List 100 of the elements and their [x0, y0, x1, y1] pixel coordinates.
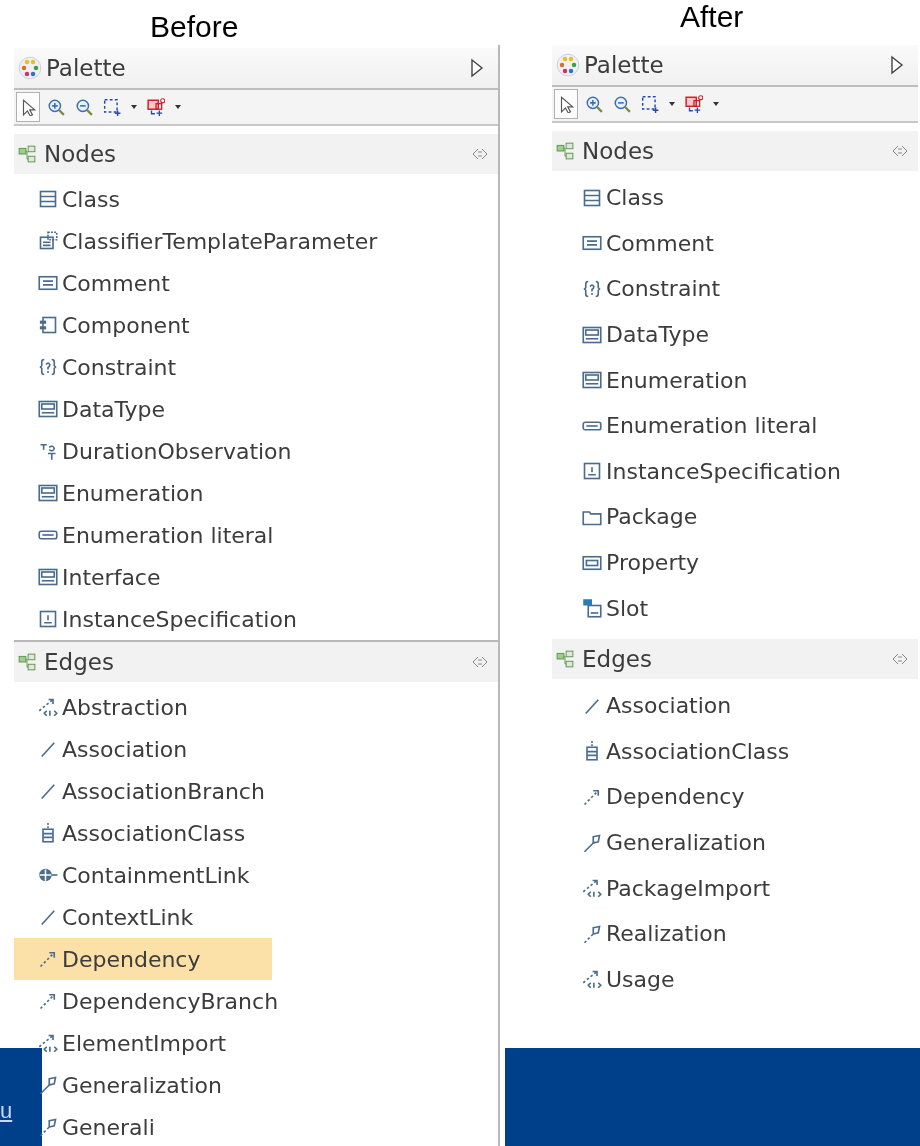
palette-icon	[556, 53, 580, 77]
drawer-header[interactable]: Nodes	[14, 134, 498, 174]
palette-title: Palette	[584, 52, 665, 78]
tool-button[interactable]	[16, 92, 40, 122]
dashed-selection-icon	[103, 98, 121, 116]
drawer-header[interactable]: Edges	[552, 638, 918, 679]
double-chevron-icon[interactable]	[892, 652, 908, 665]
stereotype-box-icon	[582, 370, 602, 391]
drawer-title: Edges	[44, 649, 115, 675]
tool-button[interactable]	[554, 89, 578, 119]
palette-item[interactable]: Enumeration literal	[552, 402, 826, 449]
braces-icon	[582, 279, 602, 299]
palette-item[interactable]: Enumeration	[14, 472, 212, 514]
palette-item[interactable]: InstanceSpecification	[552, 448, 849, 495]
drawer-header[interactable]: Nodes	[552, 131, 918, 171]
dashed-arrow-icon	[582, 923, 602, 944]
drawer-icon	[556, 649, 574, 668]
template-parameter-icon	[38, 231, 58, 251]
palette-item[interactable]: ContainmentLink	[14, 854, 258, 896]
zoom-out-icon	[613, 95, 631, 113]
palette-item[interactable]: Enumeration literal	[14, 514, 282, 556]
palette-item[interactable]: Slot	[552, 585, 657, 631]
palette-item[interactable]: Realization	[552, 910, 735, 957]
palette-item[interactable]: AssociationClass	[14, 812, 254, 854]
caret-icon	[130, 103, 138, 111]
braces-icon	[38, 357, 58, 377]
caret-icon	[668, 100, 676, 108]
palette-item[interactable]: Constraint	[552, 266, 729, 312]
dashed-arrow-icon	[38, 949, 58, 969]
palette-item[interactable]: AssociationBranch	[14, 770, 273, 812]
palette-item[interactable]: Association	[552, 682, 740, 729]
dashed-arrow-icon	[38, 1033, 58, 1053]
stereotype-box-icon	[582, 324, 602, 345]
zoom-in-icon	[47, 98, 65, 116]
drawer-icon	[18, 653, 36, 671]
double-chevron-icon[interactable]	[472, 148, 488, 160]
palette-item[interactable]: Constraint	[14, 346, 185, 388]
palette-item[interactable]: Dependency	[14, 938, 273, 980]
caret-icon	[174, 103, 182, 111]
heading: Before	[149, 10, 240, 44]
double-chevron-icon[interactable]	[892, 145, 908, 157]
note-icon	[38, 273, 58, 293]
arrow-icon	[582, 832, 602, 853]
palette-item[interactable]: Property	[552, 539, 708, 586]
dashed-arrow-icon	[38, 991, 58, 1011]
dashed-arrow-icon	[38, 1117, 58, 1137]
palette-item[interactable]: Interface	[14, 556, 169, 598]
palette-item[interactable]: ContextLink	[14, 896, 202, 938]
drawer-icon	[18, 145, 36, 163]
stereotype-box-icon	[38, 483, 58, 503]
palette-item[interactable]: Comment	[14, 262, 178, 304]
palette-item[interactable]: Usage	[552, 956, 683, 1003]
palette-item[interactable]: Class	[552, 175, 672, 221]
palette-item[interactable]: DurationObservation	[14, 430, 300, 472]
instance-box-icon	[38, 609, 58, 629]
palette-item[interactable]: Package	[552, 494, 706, 540]
stereotype-box-icon	[38, 567, 58, 587]
component-icon	[38, 315, 58, 335]
palette-item[interactable]: DependencyBranch	[14, 980, 287, 1022]
stereotype-box-icon	[38, 399, 58, 419]
instance-box-icon	[582, 461, 602, 482]
collapse-triangle-icon[interactable]	[890, 55, 904, 75]
palette-item[interactable]: Comment	[552, 220, 722, 267]
double-chevron-icon[interactable]	[472, 656, 488, 668]
heading: After	[679, 0, 745, 34]
palette-item[interactable]: DataType	[14, 388, 174, 430]
arrow-icon	[38, 1075, 58, 1095]
palette-item[interactable]: Generalization	[552, 819, 774, 866]
duration-glyph-icon	[38, 441, 58, 461]
palette-item[interactable]: Enumeration	[552, 357, 756, 403]
drawer-header[interactable]: Edges	[14, 642, 498, 682]
slot-icon	[582, 598, 602, 619]
drawer-title: Nodes	[44, 141, 117, 167]
drawer-title: Nodes	[582, 138, 655, 164]
palette-item[interactable]: Abstraction	[14, 686, 196, 728]
dashed-selection-icon	[641, 95, 659, 113]
palette-item[interactable]: AssociationClass	[552, 728, 798, 775]
palette-item[interactable]: ClassifierTemplateParameter	[14, 220, 386, 262]
palette-item[interactable]: Class	[14, 178, 128, 220]
connection-tool-icon	[147, 98, 165, 116]
zoom-in-icon	[585, 95, 603, 113]
drawer-title: Edges	[582, 645, 653, 672]
link[interactable]: u	[0, 1098, 13, 1124]
palette-title: Palette	[46, 55, 127, 81]
dashed-arrow-icon	[38, 697, 58, 717]
palette-icon	[18, 56, 42, 80]
caret-icon	[712, 100, 720, 108]
zoom-out-icon	[75, 98, 93, 116]
palette-item[interactable]: Generalization	[14, 1064, 230, 1106]
palette-item[interactable]: Association	[14, 728, 196, 770]
collapse-triangle-icon[interactable]	[470, 58, 484, 78]
palette-item[interactable]: Component	[14, 304, 198, 346]
palette-item[interactable]: InstanceSpecification	[14, 598, 305, 640]
palette-item[interactable]: DataType	[552, 311, 718, 358]
palette-item[interactable]: Dependency	[552, 774, 753, 820]
palette-item[interactable]: PackageImport	[552, 865, 779, 911]
drawer-icon	[556, 142, 574, 160]
class-box-icon	[38, 189, 58, 209]
palette-item[interactable]: ElementImport	[14, 1022, 235, 1064]
palette-item[interactable]: Generali	[14, 1106, 163, 1146]
